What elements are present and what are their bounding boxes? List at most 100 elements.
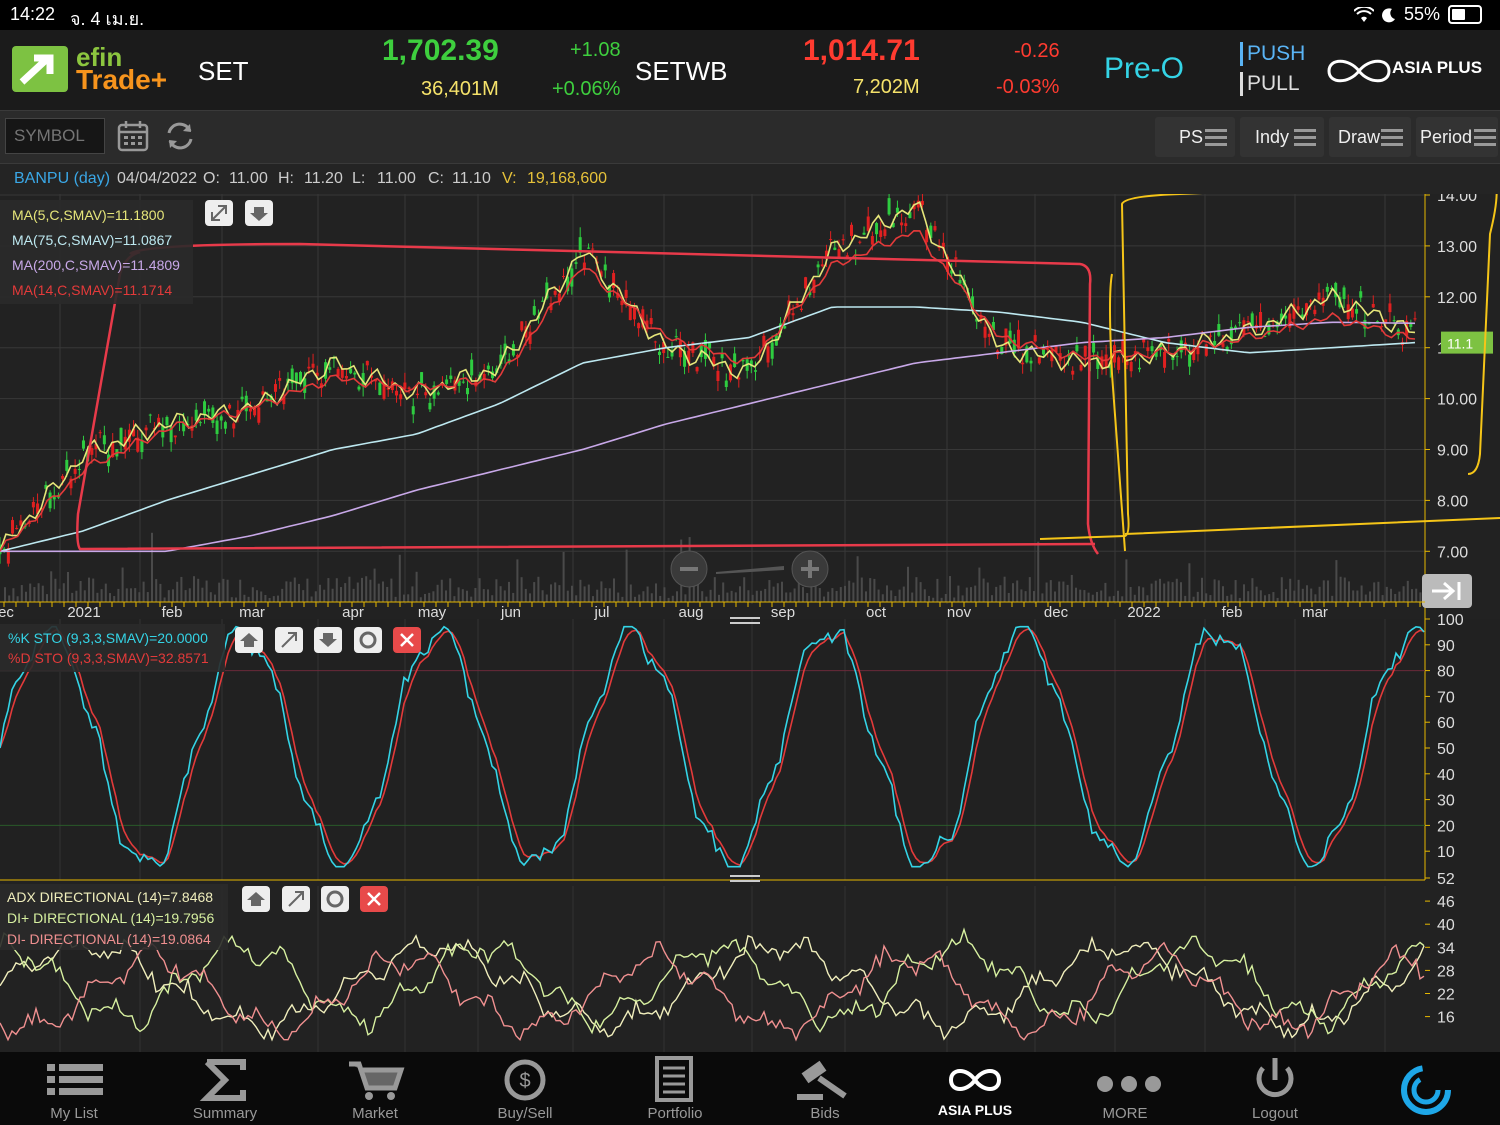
volume-bar	[474, 587, 477, 602]
candle-body	[1092, 342, 1096, 353]
nav-logout[interactable]: Logout	[1200, 1052, 1350, 1125]
candle-body	[883, 229, 887, 236]
market-session: Pre-O	[1104, 52, 1185, 85]
volume-bar	[306, 578, 309, 602]
month-label: oct	[866, 604, 887, 621]
volume-bar	[277, 595, 279, 602]
nav-buy-sell[interactable]: $ Buy/Sell	[450, 1052, 600, 1125]
volume-bar	[109, 593, 111, 602]
nav-bids[interactable]: Bids	[750, 1052, 900, 1125]
volume-bar	[1238, 597, 1241, 602]
candle-body	[1355, 309, 1359, 314]
nav-more[interactable]: MORE	[1050, 1052, 1200, 1125]
candle-body	[833, 247, 837, 250]
adx-tick-label: 46	[1437, 894, 1455, 911]
volume-bar	[264, 594, 267, 602]
candle-body	[61, 475, 65, 479]
volume-bar	[760, 590, 762, 602]
gear-button[interactable]	[354, 627, 382, 653]
push-pull-toggle[interactable]: PUSH PULL	[1240, 42, 1310, 98]
candle-body	[866, 216, 870, 231]
candle-body	[11, 520, 15, 534]
adx-tick-label: 22	[1437, 987, 1455, 1004]
month-label: mar	[239, 604, 265, 621]
volume-bar	[293, 577, 296, 602]
ma-legend-entry: MA(5,C,SMAV)=11.1800	[12, 207, 165, 223]
volume-bar	[482, 589, 485, 602]
push-label[interactable]: PUSH	[1240, 42, 1305, 66]
gear-button[interactable]	[321, 886, 349, 912]
volume-bar	[718, 594, 720, 602]
volume-bar	[390, 578, 393, 602]
calendar-icon[interactable]	[116, 119, 150, 153]
volume-bar	[1070, 574, 1073, 602]
volume-bar	[856, 556, 859, 602]
volume-bar	[180, 576, 183, 602]
volume-bar	[1322, 580, 1325, 602]
candle-body	[15, 527, 19, 530]
nav-market[interactable]: Market	[300, 1052, 450, 1125]
nav-asia-plus[interactable]: ASIA PLUS	[900, 1052, 1050, 1125]
indy-button[interactable]: Indy	[1240, 117, 1324, 157]
volume-bar	[768, 580, 771, 602]
volume-bar	[671, 595, 674, 602]
index-name-set[interactable]: SET	[198, 56, 249, 87]
candle-body	[144, 427, 148, 431]
nav-label: Logout	[1252, 1105, 1298, 1122]
volume-bar	[818, 588, 821, 602]
candle-body	[820, 264, 824, 267]
volume-bar	[1301, 588, 1304, 602]
candle-body	[770, 342, 774, 359]
sto-tick-label: 80	[1437, 664, 1455, 681]
volume-bar	[1083, 590, 1086, 602]
volume-bar	[520, 577, 523, 602]
volume-bar	[944, 593, 947, 602]
ps-label: PS	[1179, 126, 1204, 147]
volume-bar	[159, 583, 162, 602]
volume-bar	[373, 568, 376, 602]
volume-bar	[730, 590, 733, 602]
candle-body	[65, 459, 69, 471]
volume-bar	[487, 589, 489, 602]
pull-label[interactable]: PULL	[1240, 72, 1300, 96]
symbol-input[interactable]	[5, 118, 105, 154]
candle-body	[48, 492, 52, 509]
candle-body	[215, 420, 219, 434]
app-spinner-icon[interactable]	[1398, 1062, 1454, 1118]
nav-label: Market	[352, 1105, 398, 1122]
candle-body	[829, 239, 833, 241]
volume-bar	[613, 578, 615, 602]
candle-body	[399, 394, 403, 400]
draw-button[interactable]: Draw	[1329, 117, 1411, 157]
index-name-setwb[interactable]: SETWB	[635, 56, 727, 87]
stock-chart[interactable]: 14.0013.0012.0011.0010.009.008.007.0011.…	[0, 194, 1500, 1052]
candle-body	[378, 382, 382, 395]
candle-body	[1104, 354, 1108, 368]
volume-bar	[919, 582, 922, 602]
volume-bar	[41, 585, 44, 602]
volume-bar	[1381, 595, 1384, 602]
volume-bar	[104, 583, 107, 602]
refresh-icon[interactable]	[163, 119, 197, 153]
volume-bar	[205, 580, 208, 602]
volume-bar	[571, 585, 573, 602]
candle-body	[1117, 357, 1121, 370]
ps-button[interactable]: PS	[1155, 117, 1235, 157]
volume-bar	[545, 594, 548, 602]
volume-bar	[92, 578, 95, 602]
nav-portfolio[interactable]: Portfolio	[600, 1052, 750, 1125]
period-button[interactable]: Period	[1416, 117, 1498, 157]
volume-bar	[642, 591, 645, 602]
nav-summary[interactable]: Summary	[150, 1052, 300, 1125]
sto-tick-label: 20	[1437, 818, 1455, 835]
volume-bar	[743, 577, 746, 602]
candle-body	[470, 359, 474, 376]
volume-bar	[344, 583, 347, 602]
sto-tick-label: 90	[1437, 638, 1455, 655]
volume-bar	[932, 597, 935, 602]
volume-bar	[508, 581, 510, 602]
dollar-exchange-icon: $	[504, 1059, 546, 1101]
candle-body	[904, 223, 908, 227]
volume-bar	[1213, 579, 1216, 602]
nav-my-list[interactable]: My List	[0, 1052, 150, 1125]
